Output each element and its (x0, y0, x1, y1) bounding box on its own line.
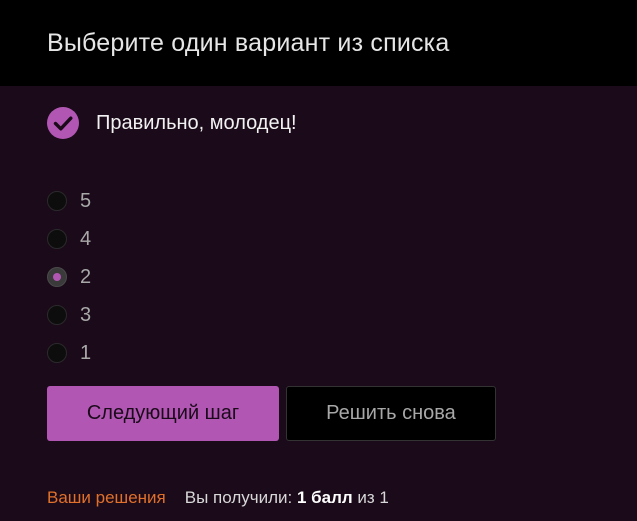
option-item[interactable]: 5 (47, 182, 91, 220)
score-suffix: из 1 (352, 488, 389, 507)
option-item[interactable]: 2 (47, 258, 91, 296)
option-label: 2 (80, 265, 92, 288)
radio-button[interactable] (47, 305, 67, 325)
option-label: 3 (80, 303, 92, 326)
your-solutions-link[interactable]: Ваши решения (47, 488, 166, 508)
option-label: 1 (80, 341, 92, 364)
next-step-button[interactable]: Следующий шаг (47, 386, 279, 441)
page-header: Выберите один вариант из списка (0, 0, 637, 86)
option-label: 4 (80, 227, 92, 250)
feedback-text: Правильно, молодец! (96, 111, 297, 134)
score-value: 1 балл (296, 488, 353, 507)
score-prefix: Вы получили: (184, 488, 297, 507)
radio-button[interactable] (47, 191, 67, 211)
option-label: 5 (80, 189, 92, 212)
footer: Ваши решения Вы получили: 1 балл из 1 (47, 488, 389, 508)
option-item[interactable]: 1 (47, 334, 91, 372)
radio-button[interactable] (47, 229, 67, 249)
answer-options: 5 4 2 3 1 (47, 182, 91, 372)
checkmark-circle-icon (47, 107, 79, 139)
radio-button[interactable] (47, 267, 67, 287)
option-item[interactable]: 3 (47, 296, 91, 334)
score-text: Вы получили: 1 балл из 1 (185, 488, 389, 508)
radio-button[interactable] (47, 343, 67, 363)
page-title: Выберите один вариант из списка (47, 29, 450, 57)
solve-again-button[interactable]: Решить снова (286, 386, 496, 441)
option-item[interactable]: 4 (47, 220, 91, 258)
feedback-message: Правильно, молодец! (47, 107, 297, 139)
